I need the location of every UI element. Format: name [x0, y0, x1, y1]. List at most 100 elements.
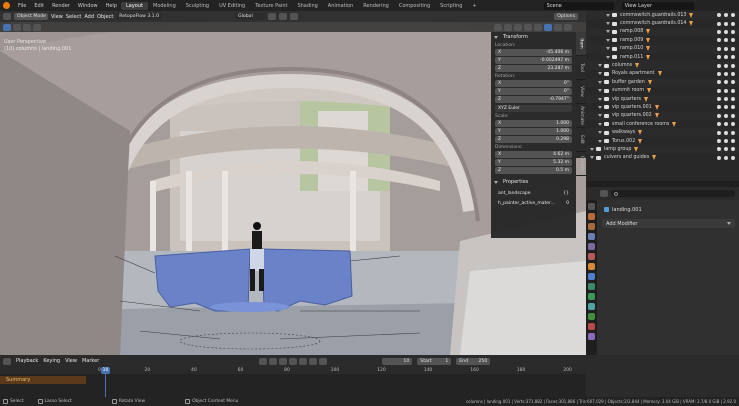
menu-view-timeline[interactable]: View — [65, 358, 77, 364]
expand-icon[interactable] — [606, 13, 610, 17]
select-mode-extend-icon[interactable] — [23, 23, 31, 31]
sidebar-tab-item[interactable]: Item — [576, 32, 586, 56]
constraints-tab-icon[interactable] — [588, 303, 595, 310]
eye-icon[interactable] — [724, 113, 728, 118]
camera-icon[interactable] — [731, 155, 735, 160]
sidebar-tab-animate[interactable]: Animate — [576, 104, 586, 128]
outliner-item[interactable]: buffer garden — [586, 78, 739, 87]
menu-render[interactable]: Render — [48, 3, 74, 9]
camera-icon[interactable] — [731, 88, 735, 93]
eye-icon[interactable] — [724, 55, 728, 60]
mode-selector[interactable]: Object Mode — [14, 13, 48, 20]
workspace-tab-uv-editing[interactable]: UV Editing — [214, 2, 250, 10]
object-name[interactable]: landing.001 — [612, 207, 642, 213]
view-layer-selector[interactable]: View Layer — [621, 1, 694, 10]
workspace-tab-shading[interactable]: Shading — [292, 2, 322, 10]
menu-keying[interactable]: Keying — [43, 358, 60, 364]
scene-selector[interactable]: Scene — [543, 1, 614, 10]
outliner-item[interactable]: commswitch.guardrails.014 — [586, 19, 739, 27]
outliner-item[interactable]: lamp group — [586, 145, 739, 154]
material-tab-icon[interactable] — [588, 323, 595, 330]
material-shading-icon[interactable] — [554, 23, 562, 31]
camera-icon[interactable] — [731, 80, 735, 85]
select-mode-new-icon[interactable] — [13, 23, 21, 31]
camera-icon[interactable] — [731, 29, 735, 34]
expand-icon[interactable] — [606, 55, 610, 59]
play-icon[interactable] — [299, 357, 308, 365]
checkbox-icon[interactable] — [717, 38, 721, 43]
add-workspace-button[interactable]: + — [467, 2, 481, 10]
modifier-tab-icon[interactable] — [588, 273, 595, 280]
workspace-tab-scripting[interactable]: Scripting — [435, 2, 467, 10]
outliner-item[interactable]: vip quarters.002 — [586, 111, 739, 121]
camera-icon[interactable] — [731, 130, 735, 135]
physics-tab-icon[interactable] — [588, 293, 595, 300]
eye-icon[interactable] — [724, 46, 728, 51]
workspace-tab-sculpting[interactable]: Sculpting — [181, 2, 214, 10]
transform-section-header[interactable]: Transform — [491, 32, 576, 42]
workspace-tab-modeling[interactable]: Modeling — [148, 2, 181, 10]
checkbox-icon[interactable] — [717, 13, 721, 18]
properties-section-header[interactable]: Properties — [491, 177, 576, 187]
expand-icon[interactable] — [606, 47, 610, 51]
checkbox-icon[interactable] — [717, 46, 721, 51]
view-layer-tab-icon[interactable] — [588, 233, 595, 240]
menu-add[interactable]: Add — [84, 14, 94, 20]
outliner-item[interactable]: ramp.010 — [586, 44, 739, 53]
outliner-item[interactable]: ramp.008 — [586, 27, 739, 37]
rotation-z-field[interactable]: Z -0.7947° — [495, 96, 572, 103]
camera-icon[interactable] — [731, 38, 735, 43]
checkbox-icon[interactable] — [717, 71, 721, 76]
timeline-body[interactable]: 020406080100120140160180200220240260 Sum… — [0, 367, 711, 397]
expand-icon[interactable] — [598, 97, 602, 101]
expand-icon[interactable] — [598, 114, 602, 118]
render-tab-icon[interactable] — [588, 213, 595, 220]
camera-icon[interactable] — [731, 55, 735, 60]
blender-logo-icon[interactable] — [3, 2, 10, 9]
workspace-tab-animation[interactable]: Animation — [323, 2, 359, 10]
sidebar-tab-edit[interactable]: Edit — [576, 128, 586, 152]
menu-window[interactable]: Window — [74, 3, 102, 9]
checkbox-icon[interactable] — [717, 29, 721, 34]
expand-icon[interactable] — [598, 64, 602, 68]
expand-icon[interactable] — [598, 89, 602, 93]
checkbox-icon[interactable] — [717, 122, 721, 127]
next-keyframe-icon[interactable] — [309, 357, 318, 365]
checkbox-icon[interactable] — [717, 97, 721, 102]
snap-icon[interactable] — [279, 13, 288, 20]
expand-icon[interactable] — [606, 22, 610, 26]
eye-icon[interactable] — [724, 80, 728, 85]
dimensions-z-field[interactable]: Z 0.5 m — [495, 167, 572, 174]
transform-orientation-selector[interactable]: Global — [235, 13, 266, 20]
editor-type-icon[interactable] — [3, 13, 11, 20]
eye-icon[interactable] — [724, 21, 728, 26]
outliner-item[interactable]: Royals apartment — [586, 70, 739, 78]
jump-end-icon[interactable] — [319, 357, 328, 365]
scale-z-field[interactable]: Z 0.298 — [495, 136, 572, 143]
current-frame-field[interactable]: 10 — [382, 357, 413, 365]
dimensions-y-field[interactable]: Y 5.32 m — [495, 159, 572, 166]
outliner-item[interactable]: small conference rooms — [586, 120, 739, 128]
menu-edit[interactable]: Edit — [30, 3, 48, 9]
camera-icon[interactable] — [731, 63, 735, 68]
checkbox-icon[interactable] — [717, 105, 721, 110]
start-frame-field[interactable]: Start 1 — [417, 357, 452, 365]
camera-icon[interactable] — [731, 105, 735, 110]
end-frame-field[interactable]: End 250 — [456, 357, 491, 365]
pivot-icon[interactable] — [268, 13, 277, 20]
outliner-item[interactable]: summit room — [586, 87, 739, 95]
menu-view[interactable]: View — [51, 14, 63, 20]
visibility-icon[interactable] — [494, 23, 502, 31]
workspace-tab-compositing[interactable]: Compositing — [394, 2, 435, 10]
solid-shading-icon[interactable] — [544, 23, 552, 31]
timeline-editor-icon[interactable] — [3, 357, 11, 365]
eye-icon[interactable] — [724, 13, 728, 18]
camera-icon[interactable] — [731, 71, 735, 76]
eye-icon[interactable] — [724, 139, 728, 144]
checkbox-icon[interactable] — [717, 139, 721, 144]
add-modifier-button[interactable]: Add Modifier — [602, 219, 735, 228]
properties-search-input[interactable] — [611, 190, 735, 197]
wireframe-shading-icon[interactable] — [534, 23, 542, 31]
tool-tab-icon[interactable] — [588, 203, 595, 210]
world-tab-icon[interactable] — [588, 253, 595, 260]
